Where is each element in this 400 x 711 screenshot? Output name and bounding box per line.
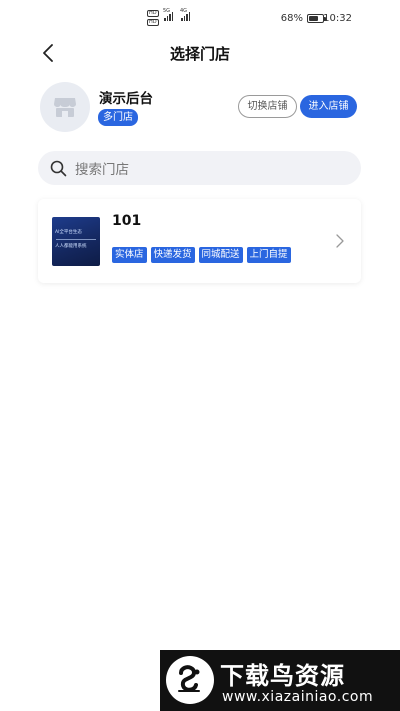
store-icon [54, 98, 76, 117]
enter-store-button[interactable]: 进入店铺 [300, 95, 357, 118]
watermark-title: 下载鸟资源 [220, 662, 345, 690]
sim1-hd-badge: HD [147, 10, 159, 17]
page-title: 选择门店 [169, 45, 230, 63]
company-name: 演示后台 [99, 91, 153, 107]
network-type-2: 4G [180, 8, 188, 14]
nav-bar: 选择门店 [0, 38, 400, 68]
thumb-divider [56, 239, 96, 240]
store-tag: 上门自提 [246, 247, 291, 263]
store-card[interactable]: AI全平台生态 人人都能用系统 101 实体店 快递发货 同城配送 上门自提 [38, 199, 361, 283]
clock: 10:32 [323, 13, 352, 24]
search-icon [49, 159, 67, 177]
search-placeholder: 搜索门店 [75, 162, 129, 178]
watermark-url: www.xiazainiao.com [222, 689, 374, 705]
battery-percent: 68% [280, 13, 303, 24]
store-tags: 实体店 快递发货 同城配送 上门自提 [112, 247, 291, 263]
store-tag: 快递发货 [150, 247, 195, 263]
store-tag: 同城配送 [198, 247, 243, 263]
network-type-1: 5G [163, 8, 171, 14]
signal-indicators: 5G 4G [163, 8, 190, 21]
thumb-line-1: AI全平台生态 [55, 230, 82, 235]
battery-icon [307, 14, 326, 23]
search-input[interactable]: 搜索门店 [38, 151, 361, 185]
signal-1-icon: 5G [163, 8, 173, 21]
sim-indicators: HD HD [147, 10, 159, 26]
battery-fill [309, 16, 318, 21]
signal-2-icon: 4G [180, 8, 190, 21]
company-avatar [40, 82, 90, 132]
company-header: 演示后台 多门店 切换店铺 进入店铺 [40, 82, 360, 132]
watermark-banner: 下载鸟资源 www.xiazainiao.com [160, 650, 400, 711]
switch-store-button[interactable]: 切换店铺 [238, 95, 297, 118]
store-name: 101 [112, 213, 142, 229]
store-tag: 实体店 [112, 247, 147, 263]
chevron-right-icon [336, 234, 344, 248]
store-thumbnail: AI全平台生态 人人都能用系统 [52, 217, 100, 266]
watermark-logo-icon [166, 656, 214, 704]
status-bar: HD HD 5G 4G 68% 10:32 [0, 0, 400, 38]
multi-store-badge: 多门店 [98, 109, 138, 126]
battery-status: 68% [280, 13, 326, 24]
sim2-hd-badge: HD [147, 19, 159, 26]
thumb-line-2: 人人都能用系统 [55, 244, 87, 249]
